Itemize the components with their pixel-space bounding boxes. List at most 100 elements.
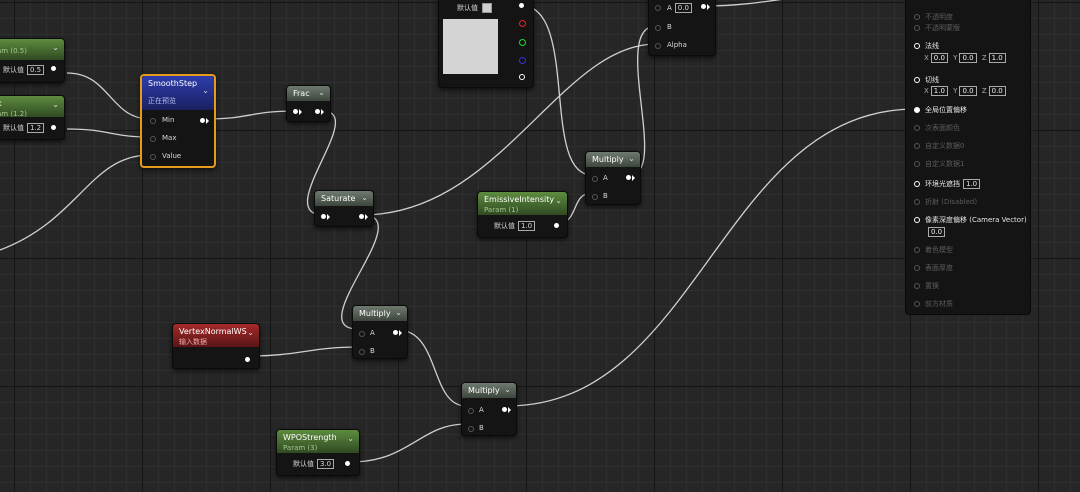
b-input-pin[interactable] [468, 426, 474, 432]
pixel-depth-offset-field[interactable]: 0.0 [928, 227, 946, 237]
material-input-opacity[interactable]: 不透明度 [914, 13, 953, 22]
material-input-front-material[interactable]: 前方材质 [914, 300, 953, 309]
wpo-strength-value-field[interactable]: 3.0 [317, 459, 335, 469]
param-a-value-field[interactable]: 0.5 [27, 65, 45, 75]
a-input-pin[interactable] [468, 408, 474, 414]
material-input-subsurface-color[interactable]: 次表面颜色 [914, 124, 960, 133]
input-pin-icon[interactable] [914, 107, 920, 113]
multiply-node-top-header[interactable]: Multiply ⌄ [586, 152, 640, 167]
min-input-pin[interactable] [150, 118, 156, 124]
b-input-pin[interactable] [592, 194, 598, 200]
input-pin-icon[interactable] [914, 247, 920, 253]
output-pin[interactable] [200, 118, 205, 123]
b-input-pin[interactable] [655, 25, 661, 31]
chevron-down-icon[interactable]: ⌄ [361, 192, 368, 203]
lerp-node[interactable]: A 0.0 B Alpha [648, 0, 716, 56]
output-pin[interactable] [701, 4, 706, 9]
param-node-a[interactable]: ⌄ am (0.5) 默认值0.5 [0, 38, 65, 83]
input-pin-icon[interactable] [914, 77, 920, 83]
output-pin[interactable] [345, 461, 350, 466]
input-pin-icon[interactable] [914, 161, 920, 167]
multiply-node-mid-header[interactable]: Multiply ⌄ [353, 306, 407, 321]
output-pin[interactable] [359, 214, 364, 219]
chevron-down-icon[interactable]: ⌄ [52, 99, 59, 110]
chevron-down-icon[interactable]: ⌄ [628, 153, 635, 164]
a-input-pin[interactable] [359, 331, 365, 337]
material-input-displacement[interactable]: 置换 [914, 282, 939, 291]
tangent-z-field[interactable]: 0.0 [988, 86, 1006, 96]
input-pin-icon[interactable] [914, 181, 920, 187]
output-pin[interactable] [51, 125, 56, 130]
saturate-node[interactable]: Saturate ⌄ [314, 190, 374, 227]
saturate-node-header[interactable]: Saturate ⌄ [315, 191, 373, 206]
vertex-normal-ws-node-header[interactable]: VertexNormalWS ⌄ 输入数据 [173, 324, 259, 347]
chevron-down-icon[interactable]: ⌄ [247, 327, 254, 338]
vector-param-node[interactable]: 默认值 [438, 0, 534, 88]
chevron-down-icon[interactable]: ⌄ [555, 195, 562, 206]
param-node-b[interactable]: k ⌄ am (1.2) 默认值1.2 [0, 95, 65, 140]
input-pin-icon[interactable] [914, 14, 920, 20]
material-input-ambient-occlusion[interactable]: 环境光遮挡 1.0 [914, 179, 981, 189]
tangent-x-field[interactable]: 1.0 [930, 86, 948, 96]
wpo-strength-node[interactable]: WPOStrength ⌄ Param (3) 默认值 3.0 [276, 429, 360, 476]
material-input-opacity-mask[interactable]: 不透明蒙版 [914, 24, 960, 33]
input-pin-icon[interactable] [914, 125, 920, 131]
r-output-pin[interactable] [519, 20, 526, 27]
emissive-intensity-value-field[interactable]: 1.0 [518, 221, 536, 231]
a-input-pin[interactable] [592, 176, 598, 182]
multiply-node-top[interactable]: Multiply ⌄ A B [585, 151, 641, 205]
param-node-b-header[interactable]: k ⌄ am (1.2) [0, 96, 64, 118]
g-output-pin[interactable] [519, 39, 526, 46]
chevron-down-icon[interactable]: ⌄ [347, 433, 354, 444]
normal-x-field[interactable]: 0.0 [930, 53, 948, 63]
material-input-refraction[interactable]: 折射 (Disabled) [914, 198, 977, 207]
emissive-intensity-node[interactable]: EmissiveIntensity ⌄ Param (1) 默认值 1.0 [477, 191, 568, 238]
input-pin-icon[interactable] [914, 43, 920, 49]
chevron-down-icon[interactable]: ⌄ [202, 85, 209, 96]
material-input-tangent[interactable]: 切线 [914, 76, 939, 85]
a-value-field[interactable]: 0.0 [674, 3, 692, 13]
wpo-strength-node-header[interactable]: WPOStrength ⌄ Param (3) [277, 430, 359, 453]
param-b-value-field[interactable]: 1.2 [27, 123, 45, 133]
smoothstep-node-header[interactable]: SmoothStep ⌄ 正在预览 [142, 76, 214, 110]
frac-node[interactable]: Frac ⌄ [286, 85, 331, 122]
normal-z-field[interactable]: 1.0 [988, 53, 1006, 63]
chevron-down-icon[interactable]: ⌄ [318, 87, 325, 98]
input-pin-icon[interactable] [914, 217, 920, 223]
multiply-node-mid[interactable]: Multiply ⌄ A B [352, 305, 408, 359]
output-pin[interactable] [245, 357, 250, 362]
input-pin-icon[interactable] [914, 199, 920, 205]
output-pin[interactable] [502, 407, 507, 412]
output-pin[interactable] [626, 175, 631, 180]
b-output-pin[interactable] [519, 57, 526, 64]
material-input-shading-model[interactable]: 着色模型 [914, 246, 953, 255]
max-input-pin[interactable] [150, 136, 156, 142]
value-input-pin[interactable] [150, 154, 156, 160]
emissive-intensity-node-header[interactable]: EmissiveIntensity ⌄ Param (1) [478, 192, 567, 215]
ambient-occlusion-value-field[interactable]: 1.0 [963, 179, 981, 189]
material-result-panel[interactable]: 不透明度 不透明蒙版 法线 X 0.0 Y 0.0 Z 1.0 切线 X 1.0 Y 0.… [905, 0, 1031, 315]
material-input-pixel-depth-offset[interactable]: 像素深度偏移 (Camera Vector) [914, 216, 1027, 225]
input-pin-icon[interactable] [914, 301, 920, 307]
output-pin[interactable] [51, 66, 56, 71]
input-pin-icon[interactable] [914, 143, 920, 149]
chevron-down-icon[interactable]: ⌄ [395, 307, 402, 318]
vertex-normal-ws-node[interactable]: VertexNormalWS ⌄ 输入数据 [172, 323, 260, 369]
output-pin[interactable] [393, 330, 398, 335]
a-output-pin[interactable] [519, 74, 525, 80]
material-input-custom-data-1[interactable]: 自定义数据1 [914, 160, 964, 169]
material-input-custom-data-0[interactable]: 自定义数据0 [914, 142, 964, 151]
frac-node-header[interactable]: Frac ⌄ [287, 86, 330, 101]
material-input-normal[interactable]: 法线 [914, 42, 939, 51]
multiply-node-bottom[interactable]: Multiply ⌄ A B [461, 382, 517, 436]
color-swatch[interactable] [482, 3, 492, 13]
rgb-output-pin[interactable] [519, 3, 524, 8]
input-pin[interactable] [321, 214, 326, 219]
input-pin-icon[interactable] [914, 25, 920, 31]
input-pin-icon[interactable] [914, 283, 920, 289]
multiply-node-bottom-header[interactable]: Multiply ⌄ [462, 383, 516, 398]
a-input-pin[interactable] [655, 5, 661, 11]
input-pin-icon[interactable] [914, 265, 920, 271]
chevron-down-icon[interactable]: ⌄ [504, 384, 511, 395]
material-input-surface-thickness[interactable]: 表面厚度 [914, 264, 953, 273]
